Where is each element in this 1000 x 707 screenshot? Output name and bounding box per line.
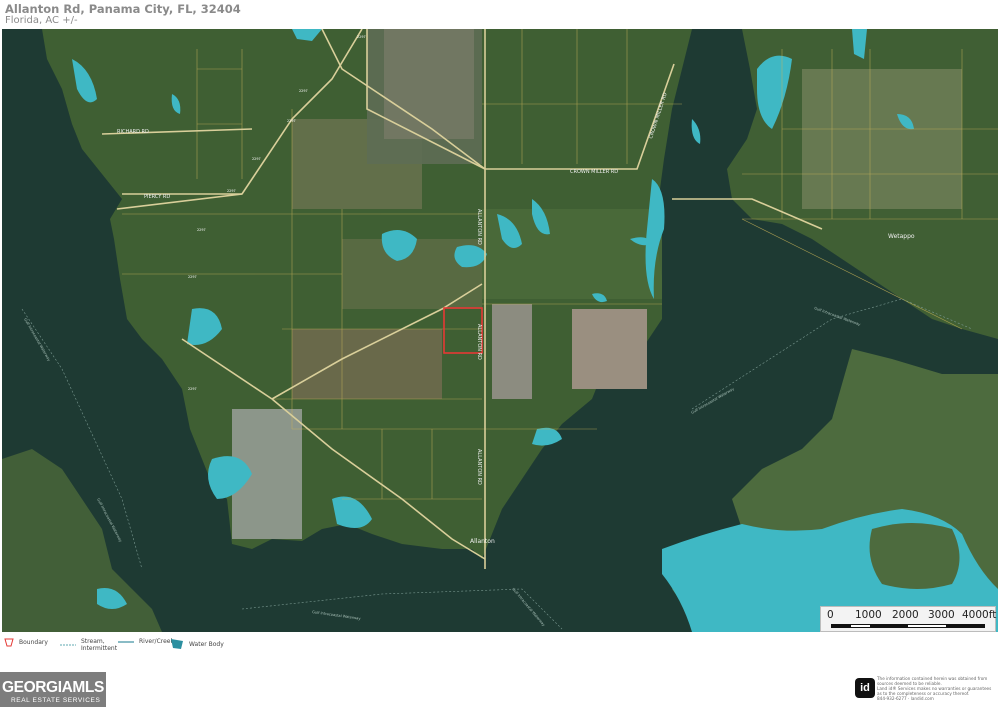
scale-label: 1000 (855, 609, 882, 621)
label-county-road: 2297 (188, 387, 197, 391)
land-id-badge-icon: id (855, 678, 875, 698)
label-county-road: 2297 (197, 228, 206, 232)
label-county-road: 2297 (299, 89, 308, 93)
label-richard-rd: RICHARD RD (117, 129, 149, 135)
label-county-road: 2297 (252, 157, 261, 161)
label-piercy-rd: PIERCY RD (144, 194, 170, 200)
river-icon (118, 640, 134, 643)
legend-water-body-label: Water Body (189, 640, 224, 648)
legend-river: River/Creek (118, 638, 174, 645)
label-allanton: Allanton (470, 538, 495, 545)
field-patch (384, 29, 474, 139)
land-id-disclaimer: id The information contained herein was … (855, 676, 1000, 704)
georgiamls-logo: GEORGIAMLS REAL ESTATE SERVICES (0, 672, 106, 707)
field-patch (572, 309, 647, 389)
label-allanton-rd-mid: ALLANTON RD (476, 324, 482, 360)
label-county-road: 2297 (287, 119, 296, 123)
logo-sub-text: REAL ESTATE SERVICES (11, 697, 101, 704)
water-body-icon (171, 639, 183, 649)
island (869, 523, 960, 589)
map-legend: Boundary Stream, Intermittent River/Cree… (4, 636, 304, 656)
label-allanton-rd-north: ALLANTON RD (476, 209, 482, 245)
scale-label: 4000ft (962, 609, 997, 621)
label-county-road: 2297 (227, 189, 236, 193)
map-canvas[interactable]: CROWN MILLER RD CROWN MILLER RD ALLANTON… (2, 29, 998, 632)
field-patch (492, 304, 532, 399)
legend-stream-label: Stream, Intermittent (81, 638, 118, 652)
boundary-icon (4, 638, 14, 647)
legend-boundary-label: Boundary (19, 639, 48, 646)
stream-icon (60, 644, 76, 646)
label-county-road: 2297 (357, 35, 366, 39)
label-crown-miller-rd: CROWN MILLER RD (570, 169, 618, 175)
scale-bar-graphic (831, 624, 985, 628)
logo-main-text: GEORGIAMLS (2, 679, 104, 696)
label-wetappo: Wetappo (888, 233, 915, 240)
page-title: Allanton Rd, Panama City, FL, 32404 (5, 2, 241, 16)
label-allanton-rd-south: ALLANTON RD (476, 449, 482, 485)
scale-label: 2000 (892, 609, 919, 621)
scale-label: 3000 (928, 609, 955, 621)
legend-stream: Stream, Intermittent (60, 638, 121, 652)
scale-bar: 0 1000 2000 3000 4000ft (820, 606, 996, 632)
field-patch (802, 69, 962, 209)
legend-water-body: Water Body (170, 638, 224, 650)
disclaimer-text: The information contained herein was obt… (877, 676, 992, 701)
legend-river-label: River/Creek (139, 638, 174, 645)
page-subtitle: Florida, AC +/- (5, 15, 78, 26)
scale-label: 0 (827, 609, 834, 621)
legend-boundary: Boundary (4, 638, 48, 647)
label-county-road: 2297 (188, 275, 197, 279)
field-patch (292, 329, 442, 399)
